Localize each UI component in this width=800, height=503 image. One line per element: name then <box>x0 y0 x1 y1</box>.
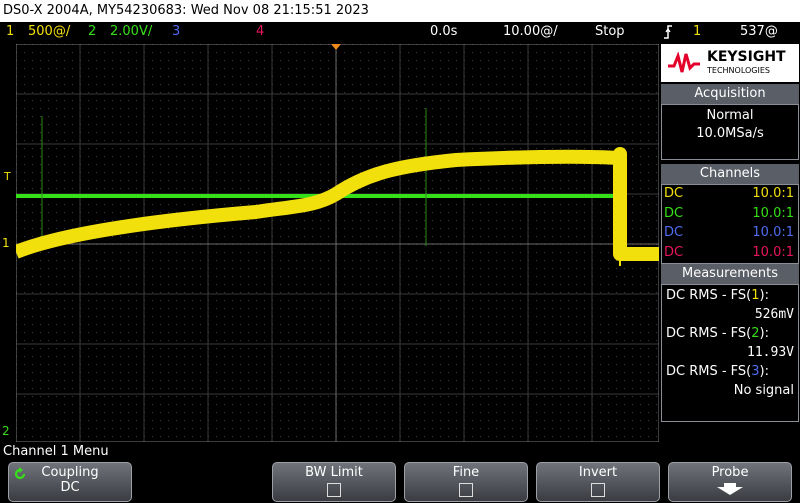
ch3-coupling: DC <box>664 225 684 240</box>
ch1-number[interactable]: 1 <box>6 24 14 39</box>
ch1-scale[interactable]: 500@/ <box>28 24 70 39</box>
acquisition-header: Acquisition <box>661 84 799 104</box>
probe-softkey[interactable]: Probe <box>668 462 792 502</box>
trigger-slope-icon[interactable] <box>662 24 674 44</box>
probe-label: Probe <box>711 465 749 480</box>
ch3-number[interactable]: 3 <box>172 24 180 39</box>
rotate-knob-icon <box>14 467 26 480</box>
invert-label: Invert <box>578 465 618 480</box>
submenu-arrow-icon <box>717 483 743 495</box>
bw-limit-label: BW Limit <box>305 465 363 480</box>
measurements-header: Measurements <box>661 264 799 284</box>
channels-header: Channels <box>661 164 799 184</box>
channel-row-1[interactable]: DC 10.0:1 <box>662 185 798 205</box>
acquisition-panel[interactable]: Acquisition Normal 10.0MSa/s <box>661 84 799 160</box>
ch2-coupling: DC <box>664 205 684 221</box>
ch2-probe: 10.0:1 <box>752 205 794 221</box>
grid-dots <box>16 44 659 442</box>
brand-logo: KEYSIGHT TECHNOLOGIES <box>661 44 799 82</box>
channel-row-2[interactable]: DC 10.0:1 <box>662 205 798 225</box>
status-bar: 1 500@/ 2 2.00V/ 3 4 0.0s 10.00@/ Stop 1… <box>0 22 800 42</box>
measurement-1-value: 526mV <box>754 307 794 322</box>
measurement-2-label: DC RMS - FS(2): <box>666 326 769 341</box>
invert-softkey[interactable]: Invert <box>536 462 660 502</box>
ch1-ground-marker[interactable]: 1 <box>2 236 10 250</box>
measurement-2-value: 11.93V <box>747 345 794 360</box>
ch1-coupling: DC <box>664 186 684 201</box>
trigger-source[interactable]: 1 <box>693 24 701 39</box>
measurement-1-label: DC RMS - FS(1): <box>666 288 769 303</box>
brand-name: KEYSIGHT <box>707 49 786 65</box>
ch3-probe: 10.0:1 <box>752 225 794 240</box>
ch2-number[interactable]: 2 <box>88 24 96 39</box>
fine-label: Fine <box>452 465 480 480</box>
invert-checkbox[interactable] <box>591 483 605 497</box>
sample-rate: 10.0MSa/s <box>696 126 764 141</box>
trigger-level[interactable]: 537@ <box>740 24 778 39</box>
channel-row-3[interactable]: DC 10.0:1 <box>662 224 798 244</box>
channels-panel[interactable]: Channels DC 10.0:1 DC 10.0:1 DC 10.0:1 D… <box>661 164 799 264</box>
horizontal-delay[interactable]: 0.0s <box>430 24 457 39</box>
measurement-3-value: No signal <box>733 383 794 398</box>
ch2-ground-marker[interactable]: 2 <box>2 424 10 438</box>
measurement-3-label: DC RMS - FS(3): <box>666 364 769 379</box>
ch2-scale[interactable]: 2.00V/ <box>110 24 152 39</box>
trigger-level-marker[interactable]: T <box>4 170 11 183</box>
coupling-softkey[interactable]: Coupling DC <box>8 462 132 502</box>
bw-limit-checkbox[interactable] <box>327 483 341 497</box>
brand-subtitle: TECHNOLOGIES <box>707 66 770 75</box>
run-state[interactable]: Stop <box>595 24 625 39</box>
acquisition-mode: Normal <box>706 108 754 123</box>
coupling-value: DC <box>60 480 80 495</box>
window-title: DS0-X 2004A, MY54230683: Wed Nov 08 21:1… <box>3 3 369 18</box>
ch1-probe: 10.0:1 <box>752 186 794 201</box>
coupling-label: Coupling <box>41 465 99 480</box>
menu-title: Channel 1 Menu <box>3 444 109 459</box>
channel-row-4[interactable]: DC 10.0:1 <box>662 244 798 264</box>
fine-checkbox[interactable] <box>459 483 473 497</box>
ch4-number[interactable]: 4 <box>256 24 264 39</box>
bw-limit-softkey[interactable]: BW Limit <box>272 462 396 502</box>
measurements-panel[interactable]: Measurements DC RMS - FS(1): 526mV DC RM… <box>661 264 799 422</box>
timebase[interactable]: 10.00@/ <box>503 24 558 39</box>
title-bar: DS0-X 2004A, MY54230683: Wed Nov 08 21:1… <box>0 0 800 22</box>
keysight-wave-icon <box>668 52 700 73</box>
ch4-coupling: DC <box>664 244 684 260</box>
ch4-probe: 10.0:1 <box>752 244 794 260</box>
fine-softkey[interactable]: Fine <box>404 462 528 502</box>
waveform-display[interactable] <box>13 43 660 443</box>
